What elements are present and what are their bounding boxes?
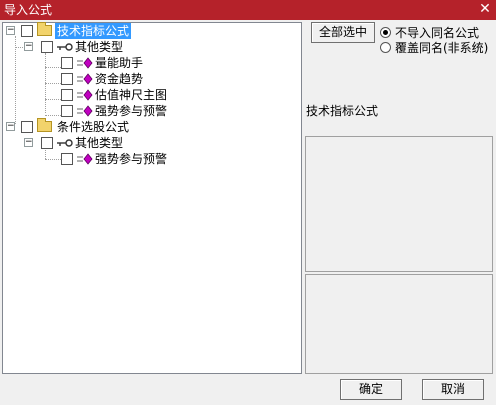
key-icon	[57, 43, 73, 51]
key-icon	[57, 139, 73, 147]
formula-icon	[77, 89, 93, 101]
collapse-icon[interactable]: −	[24, 42, 33, 51]
tree-leaf-formula[interactable]: 量能助手	[3, 55, 301, 71]
collapse-icon[interactable]: −	[24, 138, 33, 147]
formula-detail-box	[305, 274, 493, 374]
radio-overwrite-duplicates[interactable]	[380, 42, 391, 53]
tree-checkbox[interactable]	[41, 41, 53, 53]
tree-node-label[interactable]: 估值神尺主图	[95, 87, 167, 103]
tree-node-label[interactable]: 其他类型	[75, 135, 123, 151]
tree-leaf-formula[interactable]: 强势参与预警	[3, 103, 301, 119]
formula-description-box	[305, 136, 493, 272]
tree-node-other-types[interactable]: − 其他类型	[3, 135, 301, 151]
tree-checkbox[interactable]	[61, 105, 73, 117]
ok-button[interactable]: 确定	[340, 379, 402, 400]
window-title: 导入公式	[4, 3, 53, 17]
tree-checkbox[interactable]	[21, 25, 33, 37]
tree-checkbox[interactable]	[21, 121, 33, 133]
tree-node-label[interactable]: 其他类型	[75, 39, 123, 55]
tree-checkbox[interactable]	[61, 153, 73, 165]
collapse-icon[interactable]: −	[6, 26, 15, 35]
tree-node-stock-screening[interactable]: − 条件选股公式	[3, 118, 301, 135]
folder-icon	[37, 118, 52, 132]
tree-checkbox[interactable]	[61, 73, 73, 85]
folder-icon	[37, 22, 52, 36]
tree-node-label[interactable]: 技术指标公式	[55, 23, 132, 39]
cancel-button[interactable]: 取消	[422, 379, 484, 400]
tree-leaf-formula[interactable]: 估值神尺主图	[3, 87, 301, 103]
tree-node-label[interactable]: 强势参与预警	[95, 151, 167, 167]
tree-node-label[interactable]: 资金趋势	[95, 71, 143, 87]
tree-node-label[interactable]: 强势参与预警	[95, 103, 167, 119]
formula-type-label: 技术指标公式	[306, 104, 379, 118]
tree-node-technical-indicators[interactable]: − 技术指标公式	[3, 22, 301, 39]
title-bar: 导入公式 ✕	[0, 0, 496, 20]
tree-leaf-formula[interactable]: 资金趋势	[3, 71, 301, 87]
formula-icon	[77, 105, 93, 117]
tree-node-label[interactable]: 条件选股公式	[57, 119, 129, 135]
radio-skip-duplicates[interactable]	[380, 27, 391, 38]
formula-icon	[77, 57, 93, 69]
radio-label[interactable]: 覆盖同名(非系统)	[395, 39, 488, 56]
tree-node-other-types[interactable]: − 其他类型	[3, 39, 301, 55]
formula-icon	[77, 73, 93, 85]
tree-checkbox[interactable]	[61, 89, 73, 101]
tree-node-label[interactable]: 量能助手	[95, 55, 143, 71]
tree-checkbox[interactable]	[61, 57, 73, 69]
tree-checkbox[interactable]	[41, 137, 53, 149]
formula-icon	[77, 153, 93, 165]
formula-tree[interactable]: − 技术指标公式 − 其他类型 量能助手 资金趋势 估值神尺主图 强势参与预警 …	[2, 22, 302, 374]
tree-leaf-formula[interactable]: 强势参与预警	[3, 151, 301, 167]
close-icon[interactable]: ✕	[478, 1, 492, 17]
select-all-button[interactable]: 全部选中	[311, 22, 375, 43]
collapse-icon[interactable]: −	[6, 122, 15, 131]
